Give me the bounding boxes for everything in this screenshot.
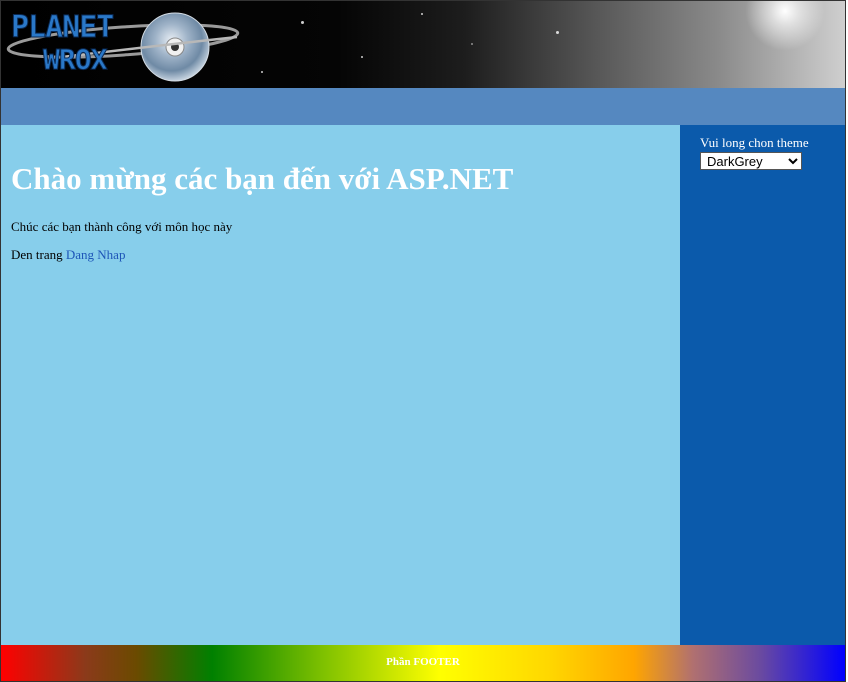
nav-prefix: Den trang	[11, 247, 66, 262]
page: PLANET WROX Chào mừng các bạn đến với AS…	[0, 0, 846, 682]
login-link[interactable]: Dang Nhap	[66, 247, 126, 262]
star	[471, 43, 473, 45]
main-content: Chào mừng các bạn đến với ASP.NET Chúc c…	[1, 125, 680, 645]
menu-bar	[1, 88, 845, 125]
star	[261, 71, 263, 73]
theme-select[interactable]: DarkGrey	[700, 152, 802, 170]
page-title: Chào mừng các bạn đến với ASP.NET	[11, 161, 514, 196]
star	[361, 56, 363, 58]
light-glow	[745, 1, 825, 51]
svg-text:PLANET: PLANET	[11, 10, 113, 45]
header-banner: PLANET WROX	[1, 1, 845, 88]
planet-wrox-logo: PLANET WROX	[6, 10, 240, 82]
star	[556, 31, 559, 34]
sidebar: Vui long chon theme DarkGrey	[680, 125, 845, 645]
svg-text:WROX: WROX	[43, 43, 108, 76]
footer: Phần FOOTER	[1, 645, 845, 681]
star	[421, 13, 423, 15]
theme-label: Vui long chon theme	[700, 135, 809, 150]
login-nav-line: Den trang Dang Nhap	[11, 247, 125, 263]
footer-text: Phần FOOTER	[386, 656, 460, 668]
intro-text: Chúc các bạn thành công với môn học này	[11, 219, 233, 234]
star	[301, 21, 304, 24]
